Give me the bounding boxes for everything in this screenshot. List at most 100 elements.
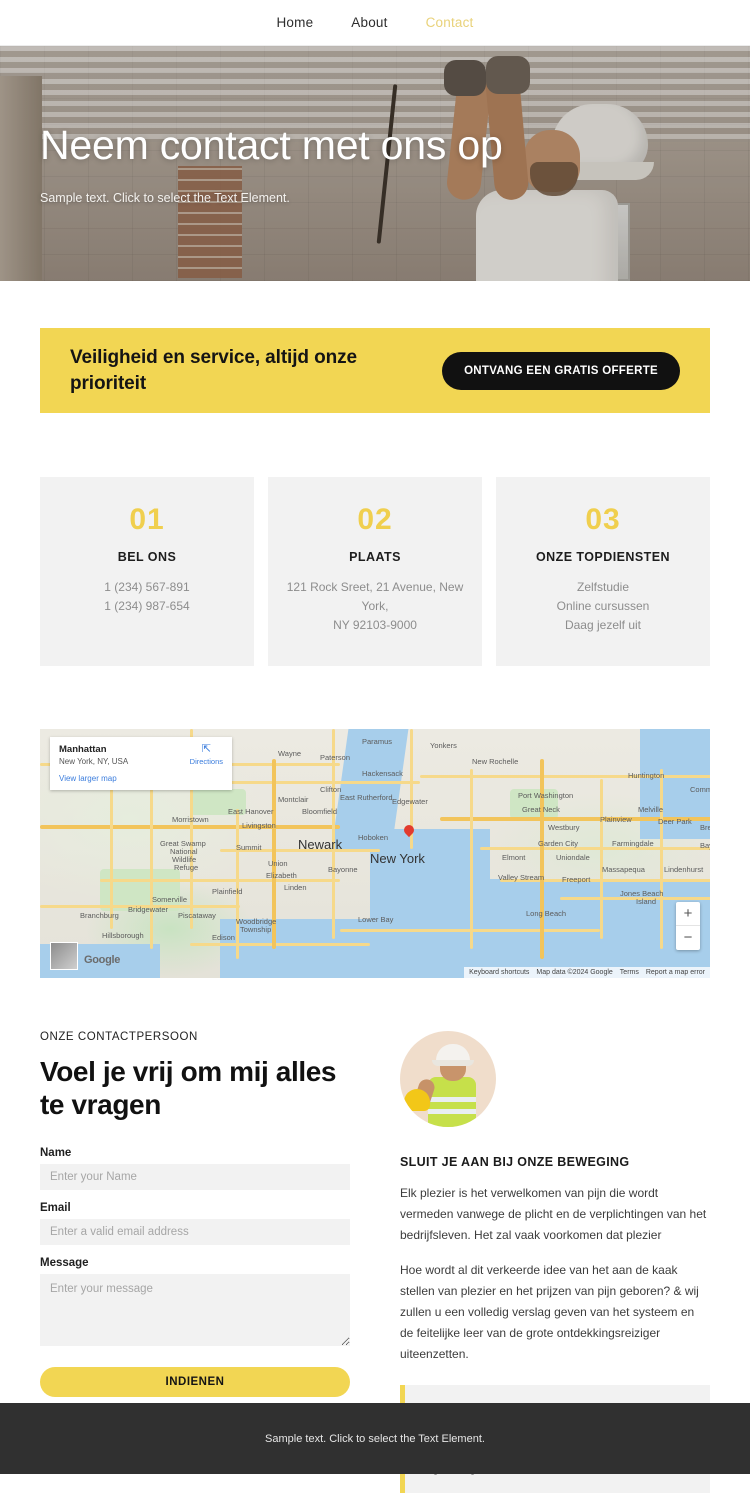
map-place-label: Somerville — [152, 894, 188, 904]
map-place-label: Branchburg — [80, 910, 119, 920]
map-place-subtitle: New York, NY, USA — [59, 756, 129, 766]
nav-link-about[interactable]: About — [351, 15, 387, 30]
email-field-group: Email — [40, 1202, 350, 1245]
card-line: Zelfstudie — [576, 580, 630, 594]
message-field-group: Message — [40, 1257, 350, 1351]
map-info-card-top: Manhattan New York, NY, USA ⇱ Directions — [59, 743, 223, 766]
card-lines: Zelfstudie Online cursussen Daag jezelf … — [514, 578, 692, 636]
card-number: 01 — [129, 503, 165, 536]
map-place-label: Elmont — [502, 852, 526, 862]
map-zoom-controls: + − — [676, 901, 700, 950]
request-free-quote-button[interactable]: ONTVANG EEN GRATIS OFFERTE — [442, 351, 680, 390]
map-place-label: Paramus — [362, 736, 393, 746]
submit-button[interactable]: INDIENEN — [40, 1366, 350, 1397]
map-place-title: Manhattan — [59, 743, 107, 755]
email-label: Email — [40, 1201, 71, 1214]
map-place-label: Morristown — [172, 814, 209, 824]
map-place-label: Elizabeth — [266, 870, 297, 880]
map-place-label: Long Beach — [526, 908, 567, 918]
map-place-label: Union — [268, 858, 288, 868]
contact-person-avatar — [400, 1030, 496, 1127]
map-place-label: Edison — [212, 932, 235, 942]
map-place-label: Clifton — [320, 784, 342, 794]
name-label: Name — [40, 1146, 72, 1159]
info-card-call-us: 01 BEL ONS 1 (234) 567-891 1 (234) 987-6… — [40, 477, 254, 666]
map-place-label: Plainfield — [212, 886, 243, 896]
map-place-label: Port Washington — [518, 790, 574, 800]
email-input[interactable] — [40, 1218, 350, 1245]
info-card-top-services: 03 ONZE TOPDIENSTEN Zelfstudie Online cu… — [496, 477, 710, 666]
map-place-label: Lindenhurst — [664, 864, 704, 874]
card-line: 1 (234) 567-891 — [104, 580, 190, 594]
hero-title: Neem contact met ons op — [40, 121, 503, 168]
map-road — [600, 778, 603, 939]
directions-label: Directions — [189, 756, 223, 766]
map-zoom-out-button[interactable]: − — [676, 926, 700, 950]
map-directions-button[interactable]: ⇱ Directions — [189, 743, 223, 766]
map-place-label: Yonkers — [430, 740, 457, 750]
card-label: BEL ONS — [117, 550, 177, 564]
map-zoom-in-button[interactable]: + — [676, 902, 700, 926]
map-place-label: Brentwood — [700, 822, 710, 832]
card-number: 02 — [357, 503, 393, 536]
map-street-view-thumbnail[interactable] — [50, 941, 78, 970]
avatar-yellow-hardhat — [404, 1088, 430, 1111]
avatar-safety-vest — [428, 1076, 476, 1127]
map-place-label: Bay Shore — [700, 840, 710, 850]
map-place-label: Huntington — [628, 770, 665, 780]
map-place-label: East Hanover — [228, 806, 274, 816]
card-line: Online cursussen — [556, 599, 650, 614]
message-textarea[interactable] — [40, 1273, 350, 1346]
map-place-label: East Rutherford — [340, 792, 393, 802]
join-movement-paragraph-1: Elk plezier is het verwelkomen van pijn … — [400, 1185, 707, 1242]
nav-link-contact[interactable]: Contact — [426, 15, 474, 30]
map-place-label: Lower Bay — [358, 914, 394, 924]
map-place-label: Refuge — [174, 862, 199, 872]
map-road — [540, 758, 544, 959]
map-place-label: Island — [636, 896, 657, 906]
map-place-label: Deer Park — [658, 816, 692, 826]
hero-content: Neem contact met ons op Sample text. Cli… — [40, 46, 710, 281]
map-info-card-text: Manhattan New York, NY, USA — [59, 744, 128, 766]
card-line: NY 92103-9000 — [333, 618, 417, 633]
view-larger-map-link[interactable]: View larger map — [59, 774, 223, 783]
map-place-label: Bloomfield — [302, 806, 338, 816]
name-input[interactable] — [40, 1163, 350, 1190]
map-place-label: Hackensack — [362, 768, 403, 778]
join-movement-paragraph-2: Hoe wordt al dit verkeerde idee van het … — [400, 1262, 699, 1361]
avatar-vest-stripe — [428, 1108, 476, 1114]
cta-banner: Veiligheid en service, altijd onze prior… — [40, 328, 710, 413]
map-place-label: Great Neck — [522, 804, 560, 814]
cta-title: Veiligheid en service, altijd onze prior… — [70, 346, 357, 394]
map-place-label: Edgewater — [392, 796, 428, 806]
google-map[interactable]: Paramus Yonkers Wayne Paterson New Rochelle H… — [40, 728, 710, 978]
map-place-label: Garden City — [538, 838, 579, 848]
cta-section: Veiligheid en service, altijd onze prior… — [0, 281, 750, 413]
map-place-label: Plainview — [600, 814, 632, 824]
map-place-label: Linden — [284, 882, 307, 892]
contact-heading: Voel je vrij om mij alles te vragen — [40, 1055, 337, 1120]
nav-link-home[interactable]: Home — [276, 15, 313, 30]
footer-text: Sample text. Click to select the Text El… — [265, 1432, 485, 1445]
map-road — [660, 768, 663, 949]
map-place-label: Melville — [638, 804, 664, 814]
map-road — [190, 942, 370, 946]
map-road — [480, 846, 710, 850]
map-place-label: Summit — [236, 842, 262, 852]
terms-link[interactable]: Terms — [620, 969, 639, 976]
map-info-card: Manhattan New York, NY, USA ⇱ Directions… — [50, 736, 232, 790]
card-lines: 1 (234) 567-891 1 (234) 987-654 — [58, 578, 236, 616]
join-movement-heading: SLUIT JE AAN BIJ ONZE BEWEGING — [400, 1154, 630, 1169]
card-line: Daag jezelf uit — [564, 618, 642, 633]
info-card-location: 02 PLAATS 121 Rock Sreet, 21 Avenue, New… — [268, 477, 482, 666]
hero-subtitle: Sample text. Click to select the Text El… — [40, 191, 290, 206]
map-place-label: Paterson — [320, 752, 351, 762]
map-road — [236, 808, 239, 959]
map-attribution-footer: Keyboard shortcuts Map data ©2024 Google… — [464, 966, 710, 978]
map-place-label: New York — [370, 850, 425, 866]
keyboard-shortcuts-link[interactable]: Keyboard shortcuts — [469, 969, 529, 976]
map-place-label: Hoboken — [358, 832, 389, 842]
report-map-error-link[interactable]: Report a map error — [646, 969, 705, 976]
info-cards-section: 01 BEL ONS 1 (234) 567-891 1 (234) 987-6… — [0, 413, 750, 666]
avatar-helmet-brim — [432, 1059, 474, 1066]
